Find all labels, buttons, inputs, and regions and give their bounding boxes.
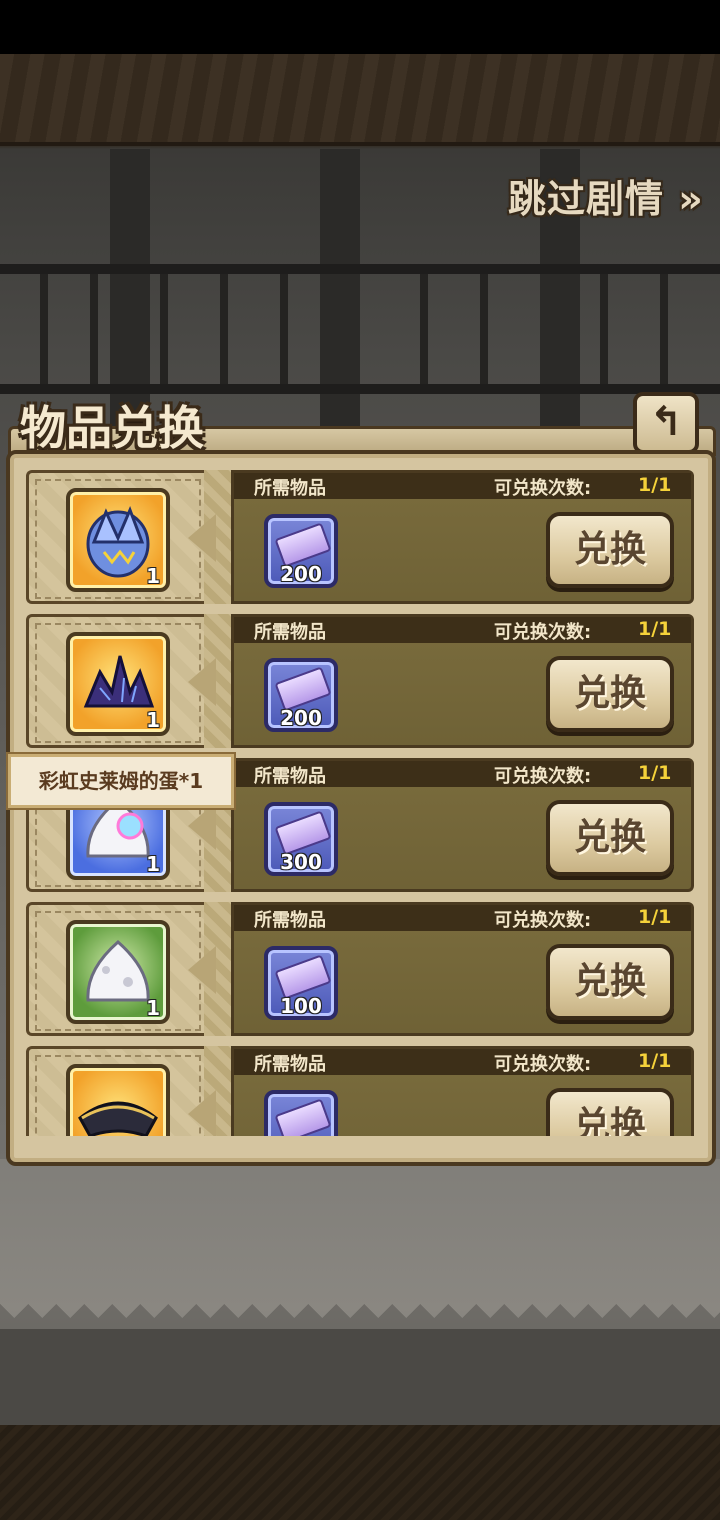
item-tooltip: 彩虹史莱姆的蛋*1 [8, 754, 234, 808]
panel-title: 物品兑换 [20, 401, 204, 455]
required-items-label: 所需物品 [254, 478, 326, 499]
exchange-times-label: 可兑换次数: [494, 910, 592, 931]
cost-amount: 200 [280, 562, 322, 586]
cost-ticket-slot[interactable]: 300 [264, 802, 338, 876]
item-slot[interactable]: 1 [66, 920, 170, 1024]
exchange-times-value: 1/1 [638, 618, 672, 640]
cost-ticket-slot[interactable]: 100 [264, 946, 338, 1020]
item-slot[interactable]: 1 [66, 488, 170, 592]
back-arrow-icon: ↰ [649, 399, 683, 445]
exchange-row: 1 所需物品 可兑换次数: 1/1 兑换 [26, 1046, 694, 1136]
bottom-bar [0, 1425, 720, 1520]
exchange-times-label: 可兑换次数: [494, 766, 592, 787]
cost-amount: 100 [280, 994, 322, 1018]
required-items-label: 所需物品 [254, 910, 326, 931]
item-slot[interactable]: 1 [66, 1064, 170, 1136]
ticket-icon [274, 954, 332, 1000]
cost-amount: 200 [280, 706, 322, 730]
ticket-icon [274, 666, 332, 712]
cost-ticket-slot[interactable]: 200 [264, 514, 338, 588]
status-bar [0, 0, 720, 54]
skip-story-button[interactable]: 跳过剧情 » [508, 168, 704, 223]
required-items-label: 所需物品 [254, 1054, 326, 1075]
cost-ticket-slot[interactable] [264, 1090, 338, 1136]
exchange-button[interactable]: 兑换 [546, 1088, 674, 1136]
exchange-button[interactable]: 兑换 [546, 656, 674, 732]
ticket-icon [274, 1098, 332, 1136]
item-quantity: 1 [146, 996, 160, 1020]
exchange-button[interactable]: 兑换 [546, 512, 674, 588]
item-quantity: 1 [146, 852, 160, 876]
exchange-row: 1 所需物品 可兑换次数: 1/1 200 兑换 [26, 470, 694, 604]
exchange-times-value: 1/1 [638, 1050, 672, 1072]
exchange-times-value: 1/1 [638, 474, 672, 496]
exchange-button[interactable]: 兑换 [546, 800, 674, 876]
cost-ticket-slot[interactable]: 200 [264, 658, 338, 732]
item-quantity: 1 [146, 708, 160, 732]
required-items-label: 所需物品 [254, 622, 326, 643]
exchange-button[interactable]: 兑换 [546, 944, 674, 1020]
item-quantity: 1 [146, 564, 160, 588]
pirate-hat-icon [78, 1101, 158, 1136]
exchange-times-value: 1/1 [638, 762, 672, 784]
exchange-row: 1 所需物品 可兑换次数: 1/1 100 兑换 [26, 902, 694, 1036]
exchange-row: 1 所需物品 可兑换次数: 1/1 200 兑换 [26, 614, 694, 748]
ticket-icon [274, 522, 332, 568]
cost-amount: 300 [280, 850, 322, 874]
ticket-icon [274, 810, 332, 856]
exchange-times-label: 可兑换次数: [494, 478, 592, 499]
exchange-times-label: 可兑换次数: [494, 1054, 592, 1075]
back-button[interactable]: ↰ [633, 392, 699, 454]
exchange-times-value: 1/1 [638, 906, 672, 928]
required-items-label: 所需物品 [254, 766, 326, 787]
item-slot[interactable]: 1 [66, 632, 170, 736]
exchange-times-label: 可兑换次数: [494, 622, 592, 643]
